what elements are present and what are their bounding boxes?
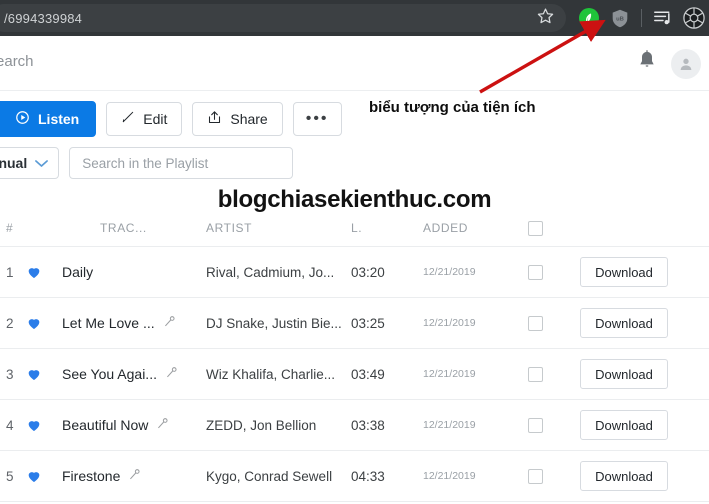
header-track[interactable]: TRAC...: [26, 221, 206, 235]
row-artist[interactable]: Rival, Cadmium, Jo...: [206, 265, 351, 280]
browser-extension-icons: uB: [578, 0, 705, 36]
screenshot-root: /6994339984 uB earch Listen Edit Share •…: [0, 0, 709, 504]
row-added-date: 12/21/2019: [423, 470, 476, 482]
row-length: 03:20: [351, 264, 385, 280]
download-button[interactable]: Download: [580, 308, 668, 338]
share-icon: [207, 110, 222, 128]
playlist-filter-row: Manual: [0, 147, 294, 179]
header-select-all-checkbox[interactable]: [528, 220, 580, 236]
row-track-title[interactable]: Firestone: [62, 468, 206, 484]
bookmark-star-icon[interactable]: [537, 7, 554, 29]
table-header-row: # TRAC... ARTIST L. ADDED: [0, 210, 709, 247]
pencil-icon: [121, 110, 135, 127]
edit-button[interactable]: Edit: [106, 101, 183, 136]
download-button[interactable]: Download: [580, 410, 668, 440]
chevron-down-icon: [35, 155, 49, 171]
download-button[interactable]: Download: [580, 359, 668, 389]
download-button[interactable]: Download: [580, 257, 668, 287]
header-actions: [637, 36, 701, 91]
listen-button[interactable]: Listen: [0, 100, 97, 137]
ublock-shield-icon[interactable]: uB: [609, 7, 631, 29]
row-download-cell: Download: [580, 410, 709, 440]
track-table: # TRAC... ARTIST L. ADDED 1 Daily Rival, C…: [0, 210, 709, 502]
row-select-checkbox[interactable]: [528, 264, 580, 280]
row-track-title[interactable]: Let Me Love ...: [62, 315, 206, 331]
annotation-label: biểu tượng của tiện ích: [369, 99, 536, 116]
like-heart-icon[interactable]: [26, 468, 62, 484]
row-length: 03:38: [351, 417, 385, 433]
row-download-cell: Download: [580, 359, 709, 389]
row-select-checkbox[interactable]: [528, 366, 580, 382]
row-number: 3: [6, 366, 14, 382]
table-body: 1 Daily Rival, Cadmium, Jo... 03:20 12/21/20…: [0, 247, 709, 502]
address-bar-url: /6994339984: [4, 10, 83, 26]
row-select-checkbox[interactable]: [528, 417, 580, 433]
row-length: 03:49: [351, 366, 385, 382]
row-track-title[interactable]: Daily: [62, 264, 206, 280]
playlist-action-toolbar: Listen Edit Share •••: [0, 100, 342, 137]
microphone-lyrics-icon[interactable]: [128, 468, 141, 484]
sort-mode-dropdown[interactable]: Manual: [0, 147, 60, 179]
header-length[interactable]: L.: [351, 221, 423, 235]
row-download-cell: Download: [580, 461, 709, 491]
like-heart-icon[interactable]: [26, 264, 62, 280]
table-row[interactable]: 1 Daily Rival, Cadmium, Jo... 03:20 12/21/20…: [0, 247, 709, 298]
row-number: 4: [6, 417, 14, 433]
row-artist[interactable]: DJ Snake, Justin Bie...: [206, 316, 351, 331]
more-options-button[interactable]: •••: [292, 101, 342, 136]
row-length: 04:33: [351, 468, 385, 484]
row-added-date: 12/21/2019: [423, 266, 476, 278]
row-download-cell: Download: [580, 308, 709, 338]
sort-mode-label: Manual: [0, 155, 28, 171]
extension-green-icon[interactable]: [578, 7, 600, 29]
listen-button-label: Listen: [38, 110, 80, 127]
toolbar-divider: [641, 9, 642, 27]
user-avatar-icon[interactable]: [671, 48, 701, 79]
microphone-lyrics-icon[interactable]: [156, 417, 169, 433]
row-number: 2: [6, 315, 14, 331]
playlist-search-input[interactable]: [69, 147, 294, 179]
table-row[interactable]: 5 Firestone Kygo, Conrad Sewell 04:33 12/21/…: [0, 451, 709, 502]
browser-profile-icon[interactable]: [683, 7, 705, 29]
header-added[interactable]: ADDED: [423, 221, 528, 235]
svg-text:uB: uB: [616, 16, 624, 22]
row-select-checkbox[interactable]: [528, 315, 580, 331]
row-number: 5: [6, 468, 14, 484]
download-button[interactable]: Download: [580, 461, 668, 491]
row-download-cell: Download: [580, 257, 709, 287]
row-artist[interactable]: Wiz Khalifa, Charlie...: [206, 367, 351, 382]
row-added-date: 12/21/2019: [423, 317, 476, 329]
table-row[interactable]: 4 Beautiful Now ZEDD, Jon Bellion 03:38 12/2…: [0, 400, 709, 451]
like-heart-icon[interactable]: [26, 315, 62, 331]
row-number: 1: [6, 264, 14, 280]
table-row[interactable]: 2 Let Me Love ... DJ Snake, Justin Bie... 0…: [0, 298, 709, 349]
microphone-lyrics-icon[interactable]: [165, 366, 178, 382]
like-heart-icon[interactable]: [26, 417, 62, 433]
table-row[interactable]: 3 See You Agai... Wiz Khalifa, Charlie... 0…: [0, 349, 709, 400]
like-heart-icon[interactable]: [26, 366, 62, 382]
playlist-downloader-icon[interactable]: [652, 7, 674, 29]
share-button-label: Share: [230, 110, 268, 127]
play-circle-icon: [15, 110, 30, 128]
microphone-lyrics-icon[interactable]: [163, 315, 176, 331]
header-number: #: [6, 221, 14, 235]
row-added-date: 12/21/2019: [423, 419, 476, 431]
row-select-checkbox[interactable]: [528, 468, 580, 484]
browser-toolbar: /6994339984 uB: [0, 0, 709, 36]
row-track-title[interactable]: See You Agai...: [62, 366, 206, 382]
site-search-input[interactable]: Search: [0, 53, 34, 70]
site-header: Search: [0, 36, 709, 91]
header-artist[interactable]: ARTIST: [206, 221, 351, 235]
address-bar[interactable]: /6994339984: [0, 4, 566, 32]
row-artist[interactable]: Kygo, Conrad Sewell: [206, 469, 351, 484]
notification-bell-icon[interactable]: [637, 50, 657, 77]
row-added-date: 12/21/2019: [423, 368, 476, 380]
row-artist[interactable]: ZEDD, Jon Bellion: [206, 418, 351, 433]
row-track-title[interactable]: Beautiful Now: [62, 417, 206, 433]
row-length: 03:25: [351, 315, 385, 331]
share-button[interactable]: Share: [192, 101, 283, 136]
edit-button-label: Edit: [143, 110, 168, 127]
